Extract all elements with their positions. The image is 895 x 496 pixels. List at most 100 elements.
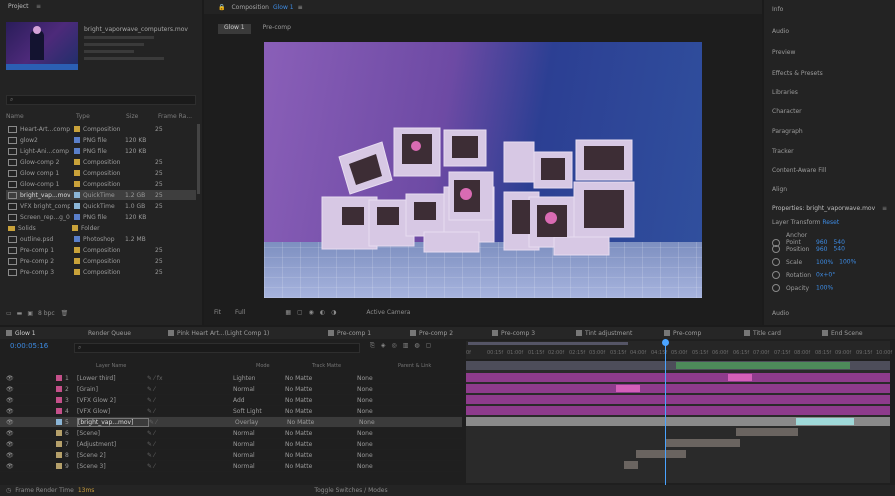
layer-row[interactable]: 👁 6 [Scene] ✎ ⁄ Normal No Matte None — [0, 428, 462, 439]
transform-rotation[interactable]: Rotation 0x+0° — [772, 271, 835, 279]
visibility-icon[interactable]: 👁 — [0, 386, 26, 393]
visibility-icon[interactable]: 👁 — [0, 397, 26, 404]
viewer-title[interactable]: Composition — [231, 4, 268, 11]
info-panel[interactable]: Info — [772, 6, 783, 13]
label-color[interactable] — [56, 452, 62, 458]
tab-precomp-3[interactable]: Pre-comp 3 — [492, 327, 535, 339]
preview-panel[interactable]: Preview — [772, 49, 795, 56]
visibility-icon[interactable]: 👁 — [0, 408, 26, 415]
align-panel[interactable]: Align — [772, 186, 787, 193]
layer-row[interactable]: 👁 2 [Grain] ✎ ⁄ Normal No Matte None — [0, 384, 462, 395]
camera-select[interactable]: Active Camera — [366, 309, 410, 316]
list-item[interactable]: Solids Folder — [6, 223, 196, 233]
list-item[interactable]: glow2 PNG file 120 KB — [6, 135, 196, 145]
time-ruler[interactable]: 0f 00:15f 01:00f 01:15f 02:00f 02:15f 03:00f 03… — [466, 341, 892, 359]
list-item[interactable]: Heart-Art...comp 1Composition25 — [6, 124, 196, 134]
work-area-bar[interactable] — [468, 342, 628, 345]
list-item[interactable]: Pre-comp 1 Composition 25 — [6, 245, 196, 255]
layer-row[interactable]: 👁 8 [Scene 2] ✎ ⁄ Normal No Matte None — [0, 450, 462, 461]
composition-mini-flowchart-icon[interactable]: ⎘ — [370, 342, 375, 350]
track-bar[interactable] — [624, 461, 638, 469]
col-parent[interactable]: Parent & Link — [398, 363, 431, 369]
tracker-panel[interactable]: Tracker — [772, 148, 794, 155]
track-bar[interactable] — [616, 385, 640, 392]
track-bar[interactable] — [736, 428, 798, 436]
visibility-icon[interactable]: 👁 — [0, 452, 26, 459]
toggle-switches-modes[interactable]: Toggle Switches / Modes — [314, 487, 387, 494]
col-mode[interactable]: Mode — [256, 363, 270, 369]
grid-icon[interactable]: ▦ — [285, 309, 291, 316]
label-color[interactable] — [56, 419, 62, 425]
visibility-icon[interactable]: 👁 — [0, 419, 26, 426]
panel-menu-icon[interactable]: ≡ — [36, 3, 41, 10]
list-item[interactable]: Pre-comp 3 Composition 25 — [6, 267, 196, 277]
project-panel-title[interactable]: Project — [8, 3, 29, 10]
motion-blur-icon[interactable]: ◍ — [414, 342, 419, 350]
transform-scale[interactable]: Scale 100% 100% — [772, 258, 856, 266]
label-color[interactable] — [56, 375, 62, 381]
col-size[interactable]: Size — [126, 113, 158, 121]
list-item[interactable]: Pre-comp 2 Composition 25 — [6, 256, 196, 266]
viewer-comp-name[interactable]: Glow 1 — [273, 4, 294, 11]
track-bar[interactable] — [796, 418, 854, 425]
viewer-tab-precomp[interactable]: Pre-comp — [257, 24, 297, 34]
layer-row[interactable]: 👁 4 [VFX Glow] ✎ ⁄ Soft Light No Matte None — [0, 406, 462, 417]
layer-row[interactable]: 👁 1 [Lower third] ✎ ⁄ fx Lighten No Matte None — [0, 373, 462, 384]
character-panel[interactable]: Character — [772, 108, 802, 115]
col-layer-name[interactable]: Layer Name — [96, 363, 126, 369]
viewer-tab-glow[interactable]: Glow 1 — [218, 24, 251, 34]
draft-3d-icon[interactable]: ◈ — [381, 342, 386, 350]
transform-opacity[interactable]: Opacity 100% — [772, 284, 833, 292]
lock-icon[interactable]: 🔒 — [218, 4, 225, 11]
col-name[interactable]: Name — [6, 113, 66, 121]
col-fps[interactable]: Frame Ra... — [158, 113, 196, 121]
tab-precomp-1[interactable]: Pre-comp 1 — [328, 327, 371, 339]
visibility-icon[interactable]: 👁 — [0, 441, 26, 448]
tab-precomp[interactable]: Pre-comp — [664, 327, 701, 339]
mask-icon[interactable]: ▢ — [297, 309, 303, 316]
trash-icon[interactable]: 🗑 — [61, 310, 69, 317]
list-item[interactable]: Glow-comp 2 Composition 25 — [6, 157, 196, 167]
list-item[interactable]: Light-Ani...comp 1 PNG file 120 KB — [6, 146, 196, 156]
layer-row[interactable]: 👁 9 [Scene 3] ✎ ⁄ Normal No Matte None — [0, 461, 462, 472]
timecode-display[interactable]: 0:00:05:16 — [10, 342, 48, 350]
layer-row[interactable]: 👁 3 [VFX Glow 2] ✎ ⁄ Add No Matte None — [0, 395, 462, 406]
tab-tint-adjustment[interactable]: Tint adjustment — [576, 327, 632, 339]
search-input[interactable]: ⌕ — [6, 95, 196, 105]
layer-row[interactable]: 👁 7 [Adjustment] ✎ ⁄ Normal No Matte None — [0, 439, 462, 450]
tab-precomp-2[interactable]: Pre-comp 2 — [410, 327, 453, 339]
label-color[interactable] — [56, 441, 62, 447]
label-color[interactable] — [56, 463, 62, 469]
label-color[interactable] — [56, 386, 62, 392]
resolution-select[interactable]: Full — [235, 309, 245, 316]
track-bar[interactable] — [636, 450, 686, 458]
playhead[interactable] — [662, 339, 669, 485]
new-comp-icon[interactable]: ▣ — [27, 310, 33, 317]
interpret-footage-icon[interactable]: ▭ — [6, 310, 12, 317]
label-color[interactable] — [56, 430, 62, 436]
tab-end-scene[interactable]: End Scene — [822, 327, 863, 339]
properties-menu-icon[interactable]: ≡ — [882, 205, 887, 212]
track-bar[interactable] — [466, 406, 890, 415]
transform-position[interactable]: Position 960 540 — [772, 245, 845, 253]
col-track-matte[interactable]: Track Matte — [312, 363, 341, 369]
paragraph-panel[interactable]: Paragraph — [772, 128, 803, 135]
graph-editor-icon[interactable]: ▢ — [426, 342, 432, 350]
track-bar[interactable] — [676, 362, 850, 369]
project-scrollbar[interactable] — [197, 124, 200, 194]
composition-canvas[interactable] — [264, 42, 702, 298]
layer-row-selected[interactable]: 👁 5 [bright_vap...mov] ✎ ⁄ Overlay No Matte No… — [0, 417, 462, 428]
zoom-select[interactable]: Fit — [214, 309, 221, 316]
track-bar[interactable] — [466, 395, 890, 404]
content-aware-fill-panel[interactable]: Content-Aware Fill — [772, 167, 826, 174]
col-type[interactable]: Type — [76, 113, 126, 121]
snapshot-icon[interactable]: ◉ — [309, 309, 314, 316]
channel-icon[interactable]: ◐ — [320, 309, 325, 316]
track-bar[interactable] — [466, 384, 890, 393]
exposure-icon[interactable]: ◑ — [331, 309, 336, 316]
audio-panel[interactable]: Audio — [772, 28, 789, 35]
col-label[interactable] — [66, 113, 76, 121]
shy-icon[interactable]: ◎ — [391, 342, 396, 350]
track-bar[interactable] — [666, 439, 740, 447]
render-time-icon[interactable]: ◷ — [6, 487, 11, 494]
